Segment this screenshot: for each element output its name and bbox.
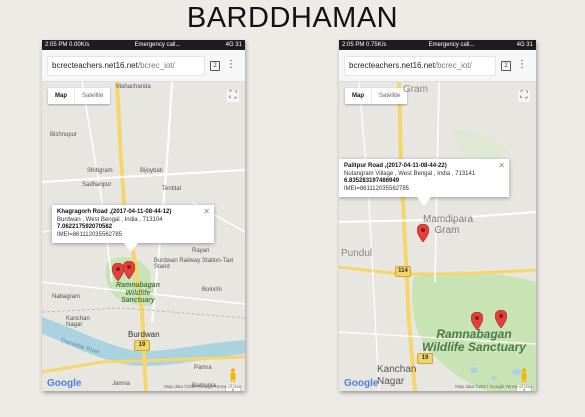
phone-screenshot-left: 2:05 PM 0.00K/s Emergency call... 4G 31 … <box>42 40 245 391</box>
url-bar[interactable]: bcrecteachers.net16.net/bcrec_iot/ <box>47 56 205 76</box>
map-label: Burdwan <box>128 330 160 339</box>
map-label: Mamdipara Gram <box>423 214 471 236</box>
map-label: Bishnupur <box>50 132 77 138</box>
info-coords: 6.835283197486949 <box>344 178 495 186</box>
map-attribution: Map data ©2017 Google Terms of Use <box>164 384 241 389</box>
menu-dots-icon[interactable]: ⋮ <box>517 59 527 71</box>
map-pin-icon[interactable] <box>123 261 135 279</box>
map-label: Jamna <box>112 381 130 387</box>
status-bar: 2:05 PM 0.00K/s Emergency call... 4G 31 <box>42 40 245 50</box>
slide-title: BARDDHAMAN <box>0 2 585 35</box>
map-type-control: Map Satellite <box>48 88 110 104</box>
map-attribution: Map data ©2017 Google Terms of Use <box>455 384 532 389</box>
status-battery: 31 <box>235 42 242 48</box>
map-type-control: Map Satellite <box>345 88 407 104</box>
info-address: Burdwan , West Bengal , India , 713104 <box>57 217 200 225</box>
road-shield: 114 <box>395 266 411 277</box>
map-label: Sadhanpur <box>82 182 111 188</box>
map-label: Kanchan Nagar <box>66 316 106 328</box>
phone-screenshot-right: 2:05 PM 0.75K/s Emergency call... 4G 31 … <box>339 40 536 391</box>
map-view[interactable]: Map Satellite ⛶ Mahachanda Bishnupur Shi… <box>42 82 245 391</box>
browser-toolbar: bcrecteachers.net16.net/bcrec_iot/ 2 ⋮ <box>42 50 245 82</box>
status-speed: 0.75K/s <box>366 42 386 48</box>
url-path: /bcrec_iot/ <box>435 61 472 70</box>
map-label: Tentital <box>162 186 181 192</box>
info-coords: 7.062217592070582 <box>57 224 200 232</box>
map-pin-icon[interactable] <box>471 312 483 330</box>
sanctuary-label: Ramnabagan Wildlife Sanctuary <box>415 328 533 354</box>
status-time: 2:05 PM <box>342 42 364 48</box>
status-label: Emergency call... <box>428 40 474 50</box>
info-title: Khagragorh Road ,(2017-04-11-08-44-12) <box>57 209 200 217</box>
road-shield: 19 <box>134 340 150 351</box>
map-label: Boinchi <box>202 287 222 293</box>
url-host: bcrecteachers.net16.net <box>52 61 138 70</box>
info-address: Nutangram Village , West Bengal , India … <box>344 171 495 179</box>
status-speed: 0.00K/s <box>69 42 89 48</box>
map-label: Burdwan Railway Station-Taxi Stand <box>154 258 234 270</box>
url-bar[interactable]: bcrecteachers.net16.net/bcrec_iot/ <box>344 56 496 76</box>
map-type-map[interactable]: Map <box>345 88 372 104</box>
map-label: Mahachanda <box>116 84 151 90</box>
info-window: Palitpur Road ,(2017-04-11-08-44-22) Nut… <box>339 159 509 197</box>
info-title: Palitpur Road ,(2017-04-11-08-44-22) <box>344 163 495 171</box>
status-network: 4G <box>517 42 525 48</box>
map-type-satellite[interactable]: Satellite <box>75 88 110 104</box>
status-network: 4G <box>226 42 234 48</box>
menu-dots-icon[interactable]: ⋮ <box>226 59 236 71</box>
map-pin-icon[interactable] <box>495 310 507 328</box>
tabs-icon[interactable]: 2 <box>210 61 220 71</box>
map-label: Bijoybati <box>140 168 163 174</box>
url-host: bcrecteachers.net16.net <box>349 61 435 70</box>
status-battery: 31 <box>526 42 533 48</box>
map-label: Pundul <box>341 248 372 259</box>
url-path: /bcrec_iot/ <box>138 61 175 70</box>
fullscreen-icon[interactable]: ⛶ <box>227 90 239 102</box>
status-label: Emergency call... <box>134 40 180 50</box>
info-window-tail <box>124 243 138 252</box>
map-label: Pamra <box>194 365 212 371</box>
map-label: Shibgram <box>87 168 113 174</box>
road-shield: 19 <box>417 353 433 364</box>
status-bar: 2:05 PM 0.75K/s Emergency call... 4G 31 <box>339 40 536 50</box>
google-logo: Google <box>47 378 81 389</box>
info-imei: IMEI=861112035562785 <box>344 186 495 194</box>
pegman-icon[interactable] <box>520 368 528 382</box>
status-time: 2:05 PM <box>45 42 67 48</box>
map-type-map[interactable]: Map <box>48 88 75 104</box>
info-window: Khagragorh Road ,(2017-04-11-08-44-12) B… <box>52 205 214 243</box>
google-logo: Google <box>344 378 378 389</box>
map-label: Rayan <box>192 248 209 254</box>
info-imei: IMEI=861112035562785 <box>57 232 200 240</box>
sanctuary-label: Ramnabagan Wildlife Sanctuary <box>108 282 168 305</box>
map-pin-icon[interactable] <box>417 224 429 242</box>
fullscreen-icon[interactable]: ⛶ <box>518 90 530 102</box>
map-label: Gram <box>403 84 428 95</box>
close-icon[interactable]: ✕ <box>498 161 505 171</box>
browser-toolbar: bcrecteachers.net16.net/bcrec_iot/ 2 ⋮ <box>339 50 536 82</box>
tabs-icon[interactable]: 2 <box>501 61 511 71</box>
map-label: Nabagram <box>52 294 80 300</box>
map-view[interactable]: Map Satellite ⛶ Gram Mamdipara Gram Pund… <box>339 82 536 391</box>
close-icon[interactable]: ✕ <box>203 207 210 217</box>
map-label: Kanchan Nagar <box>377 364 421 387</box>
pegman-icon[interactable] <box>229 368 237 382</box>
info-window-tail <box>417 197 431 206</box>
